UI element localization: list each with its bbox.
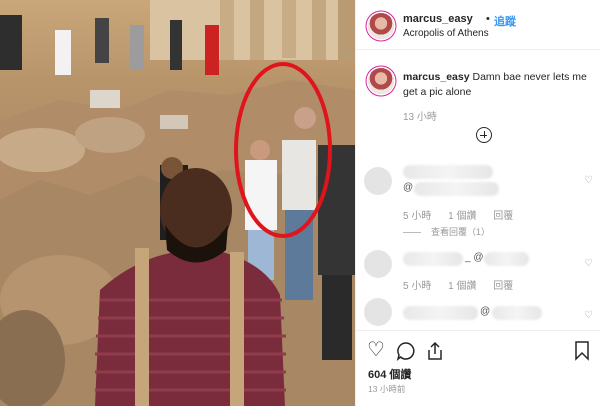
bookmark-icon[interactable] <box>574 341 590 361</box>
comment-reply-button[interactable]: 回覆 <box>493 281 513 292</box>
comment-icon[interactable] <box>396 341 416 361</box>
heart-icon[interactable]: ♡ <box>584 310 593 321</box>
comment-avatar[interactable] <box>364 298 392 326</box>
comment-mention[interactable]: @ <box>403 182 413 193</box>
comment-mention[interactable]: @ <box>480 306 490 317</box>
comment-reply-button[interactable]: 回覆 <box>493 211 513 222</box>
follow-button[interactable]: 追蹤 <box>494 13 516 29</box>
post-caption: marcus_easy Damn bae never lets me get a… <box>403 70 593 100</box>
view-replies-button[interactable]: 查看回覆（1） <box>403 225 490 238</box>
post-side-panel: marcus_easy • 追蹤 Acropolis of Athens mar… <box>355 0 600 406</box>
photo-illustration <box>0 0 355 406</box>
caption-avatar[interactable] <box>368 68 394 94</box>
load-more-comments-button[interactable] <box>476 127 492 143</box>
comment-avatar[interactable] <box>364 250 392 278</box>
comment-meta: 5 小時 1 個讚 回覆 <box>403 207 527 222</box>
heart-icon[interactable]: ♡ <box>367 340 385 360</box>
heart-icon[interactable]: ♡ <box>584 258 593 269</box>
comment-likes[interactable]: 1 個讚 <box>448 281 476 292</box>
redacted-mention <box>414 182 499 196</box>
comment-mention[interactable]: _ @ <box>465 252 484 263</box>
post-timestamp: 13 小時前 <box>368 384 406 394</box>
post-location[interactable]: Acropolis of Athens <box>403 28 489 39</box>
heart-icon[interactable]: ♡ <box>584 175 593 186</box>
redacted-mention <box>492 306 542 320</box>
likes-number: 604 <box>368 369 387 381</box>
comment-time: 5 小時 <box>403 281 432 292</box>
post-photo[interactable] <box>0 0 355 406</box>
redacted-username <box>403 252 463 266</box>
comment-likes[interactable]: 1 個讚 <box>448 211 476 222</box>
redacted-username <box>403 165 493 179</box>
caption-username[interactable]: marcus_easy <box>403 71 470 83</box>
share-icon[interactable] <box>425 341 445 361</box>
author-username[interactable]: marcus_easy <box>403 13 473 25</box>
separator-dot: • <box>486 13 490 25</box>
likes-label: 個讚 <box>389 369 412 381</box>
redacted-username <box>403 306 478 320</box>
comment-avatar[interactable] <box>364 167 392 195</box>
comment-time: 5 小時 <box>403 211 432 222</box>
post-header: marcus_easy • 追蹤 Acropolis of Athens <box>356 0 600 50</box>
author-avatar[interactable] <box>368 13 394 39</box>
likes-count[interactable]: 604 個讚 <box>368 366 411 382</box>
comment-meta: 5 小時 1 個讚 回覆 <box>403 277 527 292</box>
post-actions: ♡ 604 個讚 13 小時前 <box>356 330 600 406</box>
redacted-mention <box>484 252 529 266</box>
caption-time: 13 小時 <box>403 112 437 123</box>
